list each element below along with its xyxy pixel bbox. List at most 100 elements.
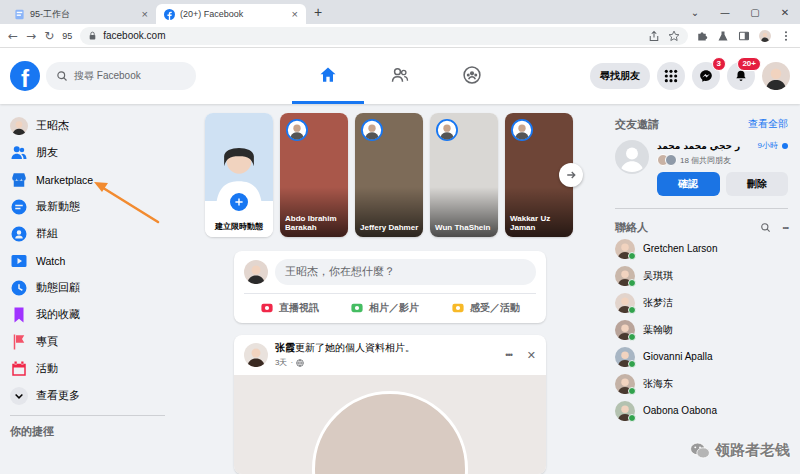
sidebar-item[interactable]: Watch bbox=[6, 247, 169, 274]
contact-name: Oabona Oabona bbox=[643, 405, 717, 416]
sidebar-item[interactable]: 專頁 bbox=[6, 328, 169, 355]
sidebar-item[interactable]: 群組 bbox=[6, 220, 169, 247]
browser-nav-button[interactable]: → bbox=[26, 29, 36, 43]
composer-action-label: 相片／影片 bbox=[369, 302, 419, 315]
post-composer: 王昭杰，你在想什麼？ 直播視訊 相片／影片 感受／活動 bbox=[234, 251, 546, 323]
post-menu-button[interactable]: ••• bbox=[505, 350, 511, 360]
mutual-avatar-icon bbox=[665, 154, 677, 166]
kebab-menu-icon[interactable] bbox=[780, 30, 792, 42]
composer-action[interactable]: 感受／活動 bbox=[445, 297, 526, 319]
action-icon bbox=[451, 301, 465, 315]
sidebar-item-icon bbox=[10, 144, 28, 162]
window-controls: ⌄—▢✕ bbox=[680, 0, 800, 24]
contact-row[interactable]: 吴琪琪 bbox=[615, 262, 788, 289]
user-avatar-icon bbox=[10, 117, 28, 135]
sidebar-item-label: 我的收藏 bbox=[36, 308, 80, 322]
story-card[interactable]: Wun ThaShein bbox=[430, 113, 498, 237]
contacts-menu-button[interactable]: ••• bbox=[783, 223, 788, 232]
stories-next-button[interactable] bbox=[559, 163, 583, 187]
search-placeholder: 搜尋 Facebook bbox=[74, 69, 141, 83]
header-nav-tab[interactable] bbox=[364, 48, 436, 104]
sidebar-item[interactable]: 王昭杰 bbox=[6, 112, 169, 139]
sidebar-icon[interactable] bbox=[738, 30, 750, 42]
window-control-button[interactable]: ▢ bbox=[740, 0, 770, 24]
contact-name: Gretchen Larson bbox=[643, 243, 718, 254]
contact-row[interactable]: 张梦洁 bbox=[615, 289, 788, 316]
composer-action[interactable]: 相片／影片 bbox=[344, 297, 425, 319]
sidebar-item-label: 群組 bbox=[36, 227, 58, 241]
header-nav-tab[interactable] bbox=[436, 48, 508, 104]
composer-row: 王昭杰，你在想什麼？ bbox=[244, 259, 536, 285]
profile-avatar-icon[interactable] bbox=[759, 30, 771, 42]
sidebar-item-icon bbox=[10, 306, 28, 324]
annotation-arrow-icon bbox=[84, 172, 164, 232]
find-friends-button[interactable]: 尋找朋友 bbox=[590, 63, 650, 89]
browser-tab[interactable]: 95-工作台× bbox=[6, 4, 156, 24]
story-card[interactable]: 建立限時動態 bbox=[205, 113, 273, 237]
default-avatar-icon[interactable] bbox=[615, 140, 649, 174]
share-icon[interactable] bbox=[648, 30, 660, 42]
sidebar-item[interactable]: 我的收藏 bbox=[6, 301, 169, 328]
url-field[interactable]: facebook.com bbox=[80, 27, 688, 45]
requester-name[interactable]: ر حجي محمد محمد bbox=[657, 141, 740, 151]
header-nav-tab[interactable] bbox=[292, 48, 364, 104]
delete-button[interactable]: 刪除 bbox=[726, 172, 789, 196]
sidebar-item[interactable]: 活動 bbox=[6, 355, 169, 382]
contact-row[interactable]: Gretchen Larson bbox=[615, 235, 788, 262]
sidebar-item-label: 查看更多 bbox=[36, 389, 80, 403]
main-area: 王昭杰朋友Marketplace最新動態群組Watch動態回顧我的收藏專頁活動查… bbox=[0, 104, 800, 474]
contact-row[interactable]: 张海东 bbox=[615, 370, 788, 397]
contact-row[interactable]: Oabona Oabona bbox=[615, 397, 788, 424]
sidebar-item-icon bbox=[10, 252, 28, 270]
online-status-dot bbox=[628, 360, 636, 368]
new-tab-button[interactable]: + bbox=[306, 4, 330, 20]
contact-row[interactable]: 葉翰吻 bbox=[615, 316, 788, 343]
window-control-button[interactable]: ✕ bbox=[770, 0, 800, 24]
author-avatar-icon[interactable] bbox=[244, 343, 268, 367]
profile-label: 95 bbox=[62, 31, 72, 41]
composer-input[interactable]: 王昭杰，你在想什麼？ bbox=[275, 259, 536, 285]
facebook-logo[interactable]: f bbox=[10, 61, 40, 91]
post-close-button[interactable]: ✕ bbox=[527, 349, 536, 362]
window-control-button[interactable]: — bbox=[710, 0, 740, 24]
browser-nav-button[interactable]: ← bbox=[8, 29, 18, 43]
sidebar-item-label: 王昭杰 bbox=[36, 119, 69, 133]
watermark-text: 领路者老钱 bbox=[715, 441, 790, 460]
tab-close-button[interactable]: × bbox=[142, 8, 148, 20]
online-status-dot bbox=[628, 414, 636, 422]
post-photo[interactable] bbox=[234, 375, 546, 474]
search-field[interactable]: 搜尋 Facebook bbox=[46, 62, 196, 90]
sidebar-item-label: 專頁 bbox=[36, 335, 58, 349]
story-card[interactable]: Jeffery Dahmer bbox=[355, 113, 423, 237]
sidebar-item-icon bbox=[10, 360, 28, 378]
browser-nav-button[interactable]: ↻ bbox=[44, 29, 54, 43]
tab-close-button[interactable]: × bbox=[292, 8, 298, 20]
post-time-text[interactable]: 3天 bbox=[275, 357, 287, 368]
contact-row[interactable]: Giovanni Apalla bbox=[615, 343, 788, 370]
sidebar-item[interactable]: 查看更多 bbox=[6, 382, 169, 409]
post-separator: · bbox=[290, 358, 293, 367]
story-card[interactable]: Abdo Ibrahim Barakah bbox=[280, 113, 348, 237]
friend-request-info: ر حجي محمد محمد9小時18 個共同朋友確認刪除 bbox=[657, 140, 788, 196]
composer-divider bbox=[244, 293, 536, 294]
search-icon[interactable] bbox=[760, 222, 771, 233]
see-all-link[interactable]: 查看全部 bbox=[748, 117, 788, 131]
post-author[interactable]: 张霞 bbox=[275, 342, 295, 353]
confirm-button[interactable]: 確認 bbox=[657, 172, 720, 196]
create-story-photo bbox=[205, 113, 273, 201]
composer-action[interactable]: 直播視訊 bbox=[254, 297, 325, 319]
menu-button[interactable] bbox=[657, 62, 685, 90]
messenger-button[interactable]: 3 bbox=[692, 62, 720, 90]
account-avatar-icon[interactable] bbox=[762, 62, 790, 90]
sidebar-item[interactable]: 動態回顧 bbox=[6, 274, 169, 301]
sidebar-item[interactable]: Marketplace bbox=[6, 166, 169, 193]
sidebar-item[interactable]: 最新動態 bbox=[6, 193, 169, 220]
notifications-button[interactable]: 20+ bbox=[727, 62, 755, 90]
browser-tab[interactable]: (20+) Facebook× bbox=[156, 4, 306, 24]
window-control-button[interactable]: ⌄ bbox=[680, 0, 710, 24]
sidebar-item[interactable]: 朋友 bbox=[6, 139, 169, 166]
flask-icon[interactable] bbox=[717, 30, 729, 42]
create-story-button[interactable] bbox=[228, 191, 250, 213]
puzzle-icon[interactable] bbox=[696, 30, 708, 42]
star-icon[interactable] bbox=[668, 30, 680, 42]
